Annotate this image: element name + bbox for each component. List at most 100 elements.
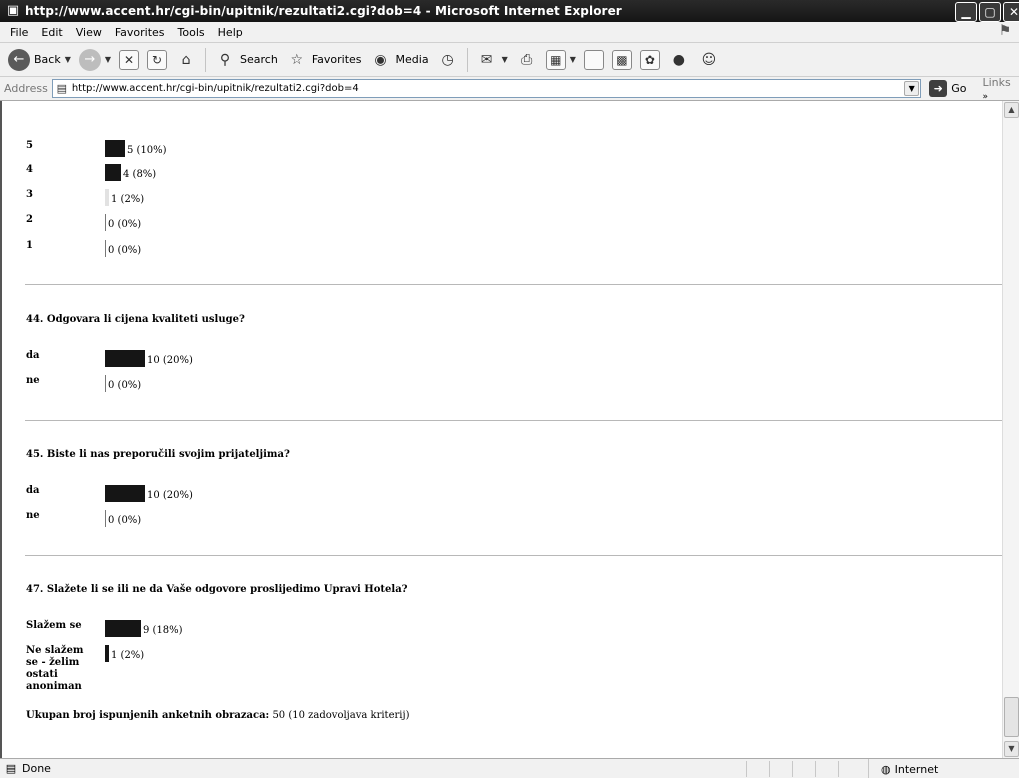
answer-label: 4 bbox=[26, 164, 33, 175]
messenger-button[interactable]: ☺ bbox=[694, 46, 724, 74]
answer-label: ne bbox=[26, 375, 40, 386]
forward-button[interactable]: → ▼ bbox=[75, 46, 115, 74]
content-viewport: 5 5 (10%) 4 4 (8%) 3 1 (2%) 2 0 (0%) 1 0… bbox=[0, 101, 1019, 758]
answer-bar bbox=[105, 485, 145, 502]
history-icon: ◷ bbox=[441, 51, 454, 68]
answer-bar bbox=[105, 375, 106, 392]
messenger-chat-button[interactable]: ● bbox=[664, 46, 694, 74]
ie-page-icon: ▣ bbox=[6, 3, 20, 18]
menu-help[interactable]: Help bbox=[212, 26, 250, 39]
answer-bar bbox=[105, 510, 106, 527]
star-icon: ☆ bbox=[290, 51, 304, 68]
answer-row: 5 5 (10%) bbox=[2, 140, 602, 158]
status-bar: ▤ Done ◍ Internet bbox=[0, 758, 1019, 778]
favorites-button[interactable]: ☆ Favorites bbox=[282, 46, 366, 74]
home-button[interactable]: ⌂ bbox=[171, 46, 201, 74]
messenger-people-icon: ☺ bbox=[701, 51, 717, 68]
close-button[interactable]: ✕ bbox=[1003, 2, 1019, 22]
scroll-up-button[interactable]: ▲ bbox=[1004, 102, 1019, 118]
menu-favorites[interactable]: Favorites bbox=[109, 26, 172, 39]
chevron-down-icon: ▼ bbox=[64, 55, 71, 64]
media-icon: ◉ bbox=[374, 51, 387, 68]
answer-bar-wrap: 5 (10%) bbox=[105, 140, 167, 157]
answer-value: 9 (18%) bbox=[143, 625, 183, 636]
home-icon: ⌂ bbox=[181, 51, 191, 68]
menu-file[interactable]: File bbox=[4, 26, 35, 39]
answer-bar bbox=[105, 350, 145, 367]
answer-label: 5 bbox=[26, 140, 33, 151]
menu-tools[interactable]: Tools bbox=[172, 26, 212, 39]
answer-bar-wrap: 0 (0%) bbox=[105, 214, 141, 231]
question-title: 44. Odgovara li cijena kvaliteti usluge? bbox=[26, 314, 245, 325]
security-zone: ◍ Internet bbox=[868, 759, 1019, 778]
status-text: Done bbox=[22, 762, 51, 775]
answer-value: 10 (20%) bbox=[147, 355, 193, 366]
address-label: Address bbox=[4, 82, 48, 95]
answer-bar bbox=[105, 620, 141, 637]
zone-text: Internet bbox=[894, 762, 939, 776]
menu-bar: File Edit View Favorites Tools Help ⚑ bbox=[0, 22, 1019, 43]
answer-label: 3 bbox=[26, 189, 33, 200]
answer-row: Slažem se 9 (18%) bbox=[2, 620, 602, 638]
media-label: Media bbox=[395, 53, 429, 66]
vertical-scrollbar[interactable]: ▲ ▼ bbox=[1002, 101, 1019, 758]
answer-bar-wrap: 0 (0%) bbox=[105, 375, 141, 392]
answer-row: ne 0 (0%) bbox=[2, 375, 602, 393]
page-icon: ▤ bbox=[56, 81, 68, 95]
globe-icon: ◍ bbox=[881, 762, 891, 776]
answer-label: da bbox=[26, 485, 40, 496]
history-button[interactable]: ◷ bbox=[433, 46, 463, 74]
scroll-down-button[interactable]: ▼ bbox=[1004, 741, 1019, 757]
answer-value: 0 (0%) bbox=[108, 380, 142, 391]
answer-row: 4 4 (8%) bbox=[2, 164, 602, 182]
go-button[interactable]: ➜ Go bbox=[929, 80, 967, 97]
links-label: Links bbox=[982, 75, 1011, 89]
flower-icon: ✿ bbox=[639, 49, 660, 70]
print-button[interactable]: ⎙ bbox=[512, 46, 542, 74]
maximize-button[interactable]: ▢ bbox=[979, 2, 1001, 22]
status-panels bbox=[746, 761, 861, 777]
research-button[interactable]: ▩ bbox=[608, 46, 636, 74]
go-label: Go bbox=[951, 82, 967, 95]
answer-value: 10 (20%) bbox=[147, 490, 193, 501]
survey-results-page: 5 5 (10%) 4 4 (8%) 3 1 (2%) 2 0 (0%) 1 0… bbox=[2, 101, 1002, 758]
edit-button[interactable]: ▦ ▼ bbox=[542, 46, 580, 74]
discuss-button[interactable] bbox=[580, 46, 608, 74]
answer-bar bbox=[105, 164, 121, 181]
address-input[interactable]: ▤ http://www.accent.hr/cgi-bin/upitnik/r… bbox=[51, 79, 922, 98]
refresh-button[interactable]: ↻ bbox=[143, 46, 171, 74]
media-button[interactable]: ◉ Media bbox=[366, 46, 433, 74]
favorites-label: Favorites bbox=[311, 53, 362, 66]
search-button[interactable]: ⚲ Search bbox=[210, 46, 282, 74]
mail-button[interactable]: ✉ ▼ bbox=[472, 46, 512, 74]
chevron-down-icon: ▼ bbox=[104, 55, 112, 64]
answer-bar bbox=[105, 645, 109, 662]
answer-row: 1 0 (0%) bbox=[2, 240, 602, 258]
answer-label: da bbox=[26, 350, 40, 361]
menu-edit[interactable]: Edit bbox=[35, 26, 69, 39]
answer-row: ne 0 (0%) bbox=[2, 510, 602, 528]
answer-bar-wrap: 0 (0%) bbox=[105, 510, 141, 527]
scroll-thumb[interactable] bbox=[1004, 697, 1019, 737]
status-panel bbox=[746, 761, 769, 777]
answer-bar-wrap: 4 (8%) bbox=[105, 164, 156, 181]
refresh-icon: ↻ bbox=[147, 49, 168, 70]
answer-bar-wrap: 9 (18%) bbox=[105, 620, 183, 637]
menu-view[interactable]: View bbox=[70, 26, 109, 39]
question-title: 45. Biste li nas preporučili svojim prij… bbox=[26, 449, 290, 460]
address-dropdown-button[interactable]: ▼ bbox=[904, 81, 920, 96]
answer-bar-wrap: 0 (0%) bbox=[105, 240, 141, 257]
chat-bubble-icon: ● bbox=[672, 51, 685, 68]
answer-value: 4 (8%) bbox=[123, 169, 157, 180]
standard-toolbar: ← Back ▼ → ▼ ✕ ↻ ⌂ ⚲ Search ☆ Favorites … bbox=[0, 43, 1019, 77]
answer-row: da 10 (20%) bbox=[2, 350, 602, 368]
minimize-button[interactable]: ▁ bbox=[955, 2, 977, 22]
status-panel bbox=[769, 761, 792, 777]
address-bar: Address ▤ http://www.accent.hr/cgi-bin/u… bbox=[0, 76, 1019, 102]
stop-button[interactable]: ✕ bbox=[115, 46, 143, 74]
blank-page-icon bbox=[583, 49, 604, 70]
links-button[interactable]: Links » bbox=[983, 76, 1019, 102]
window-title: http://www.accent.hr/cgi-bin/upitnik/rez… bbox=[25, 4, 622, 18]
back-button[interactable]: ← Back ▼ bbox=[4, 46, 75, 74]
flower-button[interactable]: ✿ bbox=[636, 46, 664, 74]
